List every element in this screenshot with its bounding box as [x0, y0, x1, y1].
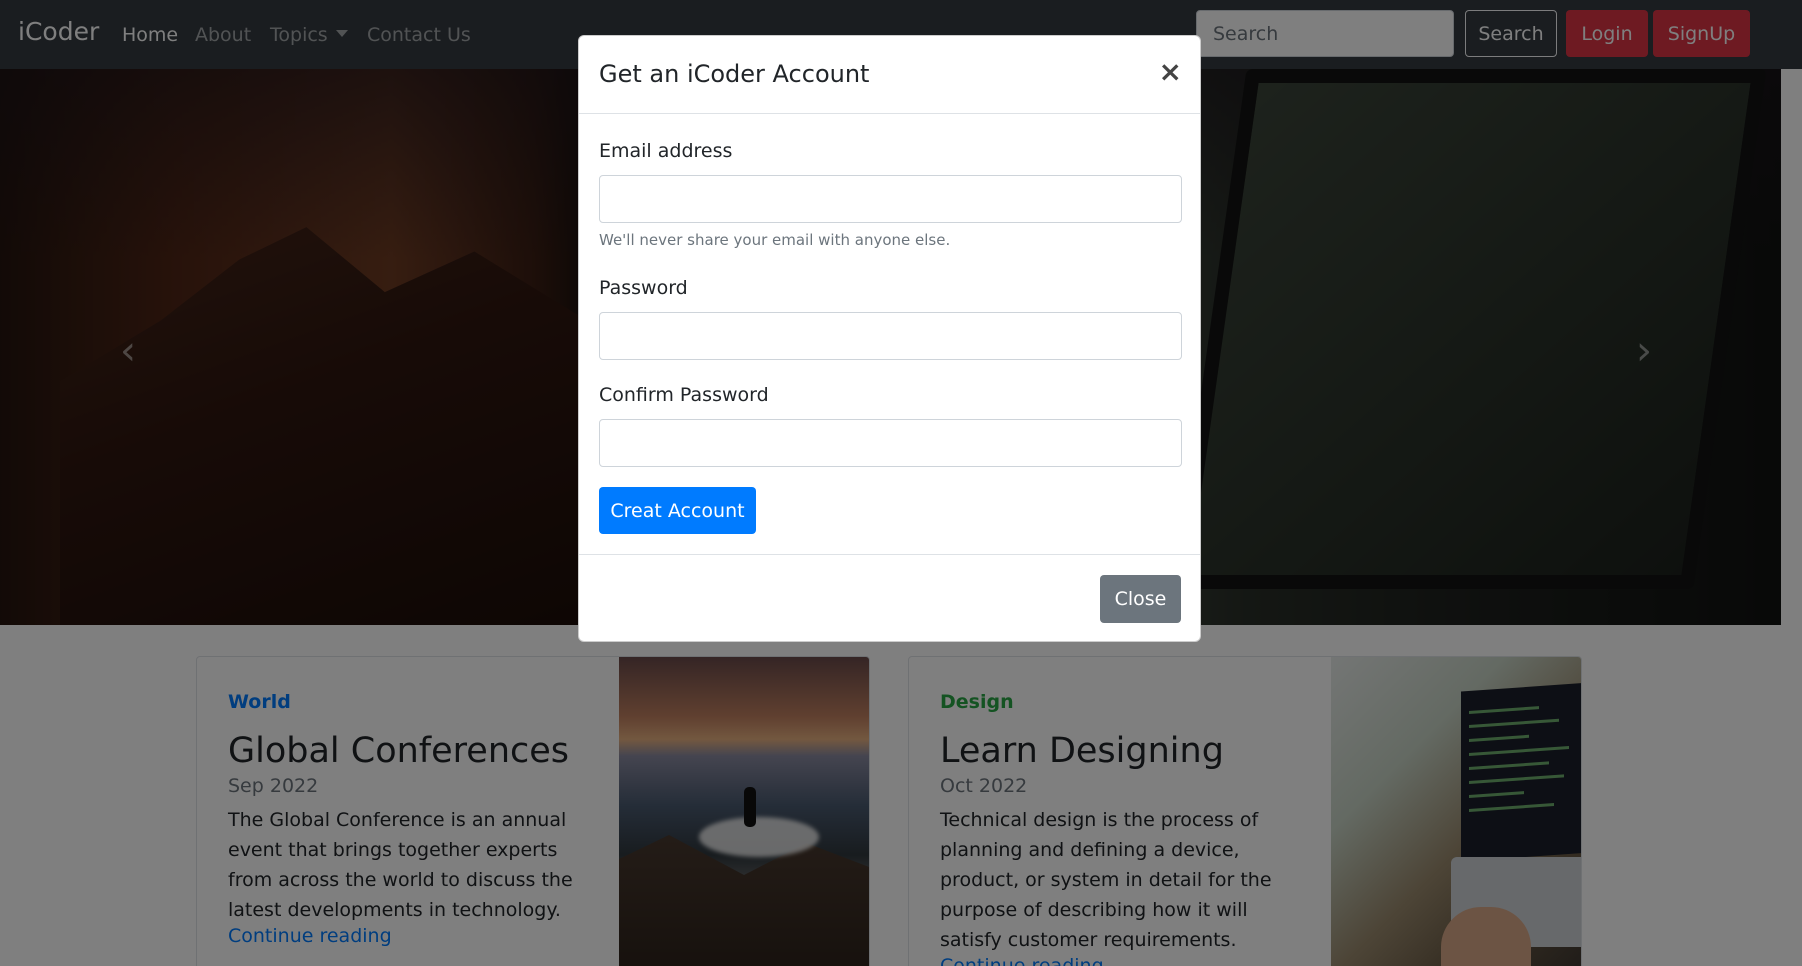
modal-footer: Close	[579, 554, 1200, 643]
confirm-password-label: Confirm Password	[599, 384, 769, 406]
modal-header: Get an iCoder Account ×	[579, 36, 1200, 114]
email-help-text: We'll never share your email with anyone…	[599, 231, 951, 249]
password-label: Password	[599, 277, 688, 299]
close-button[interactable]: Close	[1100, 575, 1181, 623]
close-icon[interactable]: ×	[1159, 58, 1182, 86]
modal-title: Get an iCoder Account	[599, 60, 870, 88]
email-field[interactable]	[599, 175, 1182, 223]
email-label: Email address	[599, 140, 733, 162]
signup-modal: Get an iCoder Account × Email address We…	[578, 35, 1201, 642]
confirm-password-field[interactable]	[599, 419, 1182, 467]
password-field[interactable]	[599, 312, 1182, 360]
create-account-button[interactable]: Creat Account	[599, 487, 756, 534]
